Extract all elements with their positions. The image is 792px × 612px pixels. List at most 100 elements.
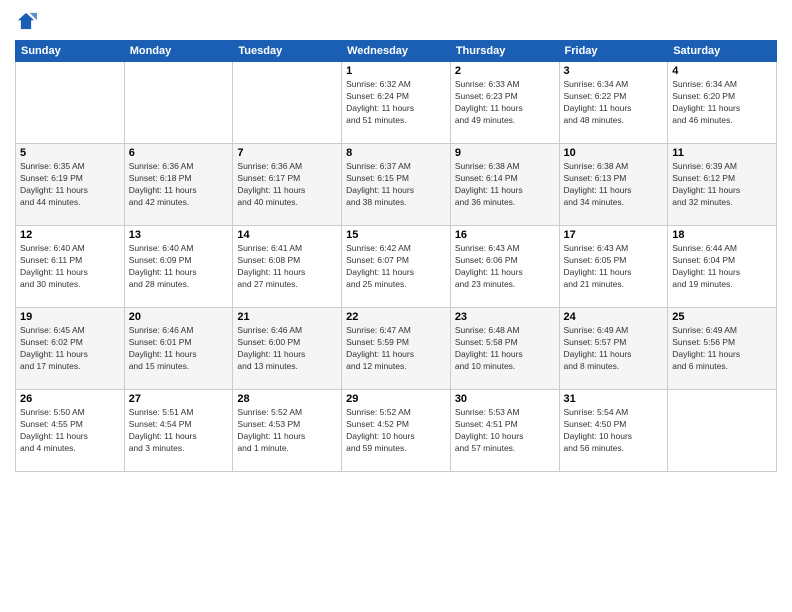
day-info: Sunrise: 5:54 AM Sunset: 4:50 PM Dayligh… xyxy=(564,407,664,455)
calendar-cell xyxy=(16,62,125,144)
calendar-cell: 1 Sunrise: 6:32 AM Sunset: 6:24 PM Daylig… xyxy=(342,62,451,144)
calendar-cell: 14 Sunrise: 6:41 AM Sunset: 6:08 PM Dayli… xyxy=(233,226,342,308)
calendar: SundayMondayTuesdayWednesdayThursdayFrid… xyxy=(15,40,777,472)
day-number: 14 xyxy=(237,229,337,241)
day-info: Sunrise: 6:39 AM Sunset: 6:12 PM Dayligh… xyxy=(672,161,772,209)
day-info: Sunrise: 6:47 AM Sunset: 5:59 PM Dayligh… xyxy=(346,325,446,373)
day-info: Sunrise: 5:52 AM Sunset: 4:52 PM Dayligh… xyxy=(346,407,446,455)
day-number: 5 xyxy=(20,147,120,159)
day-number: 3 xyxy=(564,65,664,77)
day-number: 1 xyxy=(346,65,446,77)
day-number: 13 xyxy=(129,229,229,241)
day-info: Sunrise: 6:33 AM Sunset: 6:23 PM Dayligh… xyxy=(455,79,555,127)
day-number: 28 xyxy=(237,393,337,405)
day-number: 16 xyxy=(455,229,555,241)
calendar-cell: 15 Sunrise: 6:42 AM Sunset: 6:07 PM Dayli… xyxy=(342,226,451,308)
day-info: Sunrise: 6:35 AM Sunset: 6:19 PM Dayligh… xyxy=(20,161,120,209)
day-number: 2 xyxy=(455,65,555,77)
day-header-monday: Monday xyxy=(124,41,233,62)
day-header-sunday: Sunday xyxy=(16,41,125,62)
day-info: Sunrise: 6:45 AM Sunset: 6:02 PM Dayligh… xyxy=(20,325,120,373)
calendar-week-row: 26 Sunrise: 5:50 AM Sunset: 4:55 PM Dayli… xyxy=(16,390,777,472)
day-number: 31 xyxy=(564,393,664,405)
day-info: Sunrise: 6:32 AM Sunset: 6:24 PM Dayligh… xyxy=(346,79,446,127)
calendar-cell: 16 Sunrise: 6:43 AM Sunset: 6:06 PM Dayli… xyxy=(450,226,559,308)
day-info: Sunrise: 6:41 AM Sunset: 6:08 PM Dayligh… xyxy=(237,243,337,291)
calendar-header-row: SundayMondayTuesdayWednesdayThursdayFrid… xyxy=(16,41,777,62)
day-number: 9 xyxy=(455,147,555,159)
day-header-saturday: Saturday xyxy=(668,41,777,62)
day-number: 29 xyxy=(346,393,446,405)
day-info: Sunrise: 5:51 AM Sunset: 4:54 PM Dayligh… xyxy=(129,407,229,455)
day-number: 21 xyxy=(237,311,337,323)
day-number: 4 xyxy=(672,65,772,77)
day-info: Sunrise: 6:49 AM Sunset: 5:56 PM Dayligh… xyxy=(672,325,772,373)
logo xyxy=(15,10,41,32)
day-number: 23 xyxy=(455,311,555,323)
day-info: Sunrise: 6:38 AM Sunset: 6:14 PM Dayligh… xyxy=(455,161,555,209)
day-info: Sunrise: 5:53 AM Sunset: 4:51 PM Dayligh… xyxy=(455,407,555,455)
day-info: Sunrise: 6:42 AM Sunset: 6:07 PM Dayligh… xyxy=(346,243,446,291)
calendar-cell: 10Sunrise: 6:38 AM Sunset: 6:13 PM Dayli… xyxy=(559,144,668,226)
day-info: Sunrise: 6:43 AM Sunset: 6:05 PM Dayligh… xyxy=(564,243,664,291)
day-header-thursday: Thursday xyxy=(450,41,559,62)
day-info: Sunrise: 6:38 AM Sunset: 6:13 PM Dayligh… xyxy=(564,161,664,209)
calendar-week-row: 19 Sunrise: 6:45 AM Sunset: 6:02 PM Dayli… xyxy=(16,308,777,390)
day-info: Sunrise: 6:49 AM Sunset: 5:57 PM Dayligh… xyxy=(564,325,664,373)
day-number: 25 xyxy=(672,311,772,323)
day-number: 15 xyxy=(346,229,446,241)
day-info: Sunrise: 6:34 AM Sunset: 6:22 PM Dayligh… xyxy=(564,79,664,127)
day-number: 30 xyxy=(455,393,555,405)
calendar-cell: 23 Sunrise: 6:48 AM Sunset: 5:58 PM Dayli… xyxy=(450,308,559,390)
calendar-cell xyxy=(233,62,342,144)
day-header-tuesday: Tuesday xyxy=(233,41,342,62)
calendar-cell: 29 Sunrise: 5:52 AM Sunset: 4:52 PM Dayli… xyxy=(342,390,451,472)
calendar-cell: 11 Sunrise: 6:39 AM Sunset: 6:12 PM Dayli… xyxy=(668,144,777,226)
day-number: 7 xyxy=(237,147,337,159)
day-header-wednesday: Wednesday xyxy=(342,41,451,62)
day-info: Sunrise: 6:40 AM Sunset: 6:11 PM Dayligh… xyxy=(20,243,120,291)
calendar-cell: 12Sunrise: 6:40 AM Sunset: 6:11 PM Dayli… xyxy=(16,226,125,308)
day-number: 8 xyxy=(346,147,446,159)
calendar-cell: 25 Sunrise: 6:49 AM Sunset: 5:56 PM Dayli… xyxy=(668,308,777,390)
day-info: Sunrise: 6:48 AM Sunset: 5:58 PM Dayligh… xyxy=(455,325,555,373)
calendar-week-row: 12Sunrise: 6:40 AM Sunset: 6:11 PM Dayli… xyxy=(16,226,777,308)
day-number: 6 xyxy=(129,147,229,159)
day-info: Sunrise: 5:50 AM Sunset: 4:55 PM Dayligh… xyxy=(20,407,120,455)
day-info: Sunrise: 6:36 AM Sunset: 6:18 PM Dayligh… xyxy=(129,161,229,209)
day-info: Sunrise: 6:40 AM Sunset: 6:09 PM Dayligh… xyxy=(129,243,229,291)
day-header-friday: Friday xyxy=(559,41,668,62)
calendar-cell: 28 Sunrise: 5:52 AM Sunset: 4:53 PM Dayli… xyxy=(233,390,342,472)
calendar-cell: 24 Sunrise: 6:49 AM Sunset: 5:57 PM Dayli… xyxy=(559,308,668,390)
calendar-cell: 13 Sunrise: 6:40 AM Sunset: 6:09 PM Dayli… xyxy=(124,226,233,308)
calendar-cell: 7 Sunrise: 6:36 AM Sunset: 6:17 PM Daylig… xyxy=(233,144,342,226)
calendar-cell: 4Sunrise: 6:34 AM Sunset: 6:20 PM Daylig… xyxy=(668,62,777,144)
header xyxy=(15,10,777,32)
day-number: 19 xyxy=(20,311,120,323)
calendar-cell: 8 Sunrise: 6:37 AM Sunset: 6:15 PM Daylig… xyxy=(342,144,451,226)
day-info: Sunrise: 6:37 AM Sunset: 6:15 PM Dayligh… xyxy=(346,161,446,209)
calendar-cell: 22Sunrise: 6:47 AM Sunset: 5:59 PM Dayli… xyxy=(342,308,451,390)
calendar-cell: 31 Sunrise: 5:54 AM Sunset: 4:50 PM Dayli… xyxy=(559,390,668,472)
day-info: Sunrise: 6:36 AM Sunset: 6:17 PM Dayligh… xyxy=(237,161,337,209)
calendar-cell: 20 Sunrise: 6:46 AM Sunset: 6:01 PM Dayli… xyxy=(124,308,233,390)
day-info: Sunrise: 5:52 AM Sunset: 4:53 PM Dayligh… xyxy=(237,407,337,455)
calendar-cell: 19 Sunrise: 6:45 AM Sunset: 6:02 PM Dayli… xyxy=(16,308,125,390)
calendar-cell: 17Sunrise: 6:43 AM Sunset: 6:05 PM Dayli… xyxy=(559,226,668,308)
calendar-week-row: 5 Sunrise: 6:35 AM Sunset: 6:19 PM Daylig… xyxy=(16,144,777,226)
day-number: 20 xyxy=(129,311,229,323)
day-number: 26 xyxy=(20,393,120,405)
calendar-cell xyxy=(124,62,233,144)
calendar-cell: 30 Sunrise: 5:53 AM Sunset: 4:51 PM Dayli… xyxy=(450,390,559,472)
day-number: 11 xyxy=(672,147,772,159)
day-info: Sunrise: 6:44 AM Sunset: 6:04 PM Dayligh… xyxy=(672,243,772,291)
calendar-cell: 6 Sunrise: 6:36 AM Sunset: 6:18 PM Daylig… xyxy=(124,144,233,226)
calendar-cell: 18Sunrise: 6:44 AM Sunset: 6:04 PM Dayli… xyxy=(668,226,777,308)
day-info: Sunrise: 6:46 AM Sunset: 6:01 PM Dayligh… xyxy=(129,325,229,373)
day-info: Sunrise: 6:43 AM Sunset: 6:06 PM Dayligh… xyxy=(455,243,555,291)
calendar-week-row: 1 Sunrise: 6:32 AM Sunset: 6:24 PM Daylig… xyxy=(16,62,777,144)
day-number: 24 xyxy=(564,311,664,323)
calendar-cell: 27 Sunrise: 5:51 AM Sunset: 4:54 PM Dayli… xyxy=(124,390,233,472)
calendar-cell: 26 Sunrise: 5:50 AM Sunset: 4:55 PM Dayli… xyxy=(16,390,125,472)
day-number: 27 xyxy=(129,393,229,405)
